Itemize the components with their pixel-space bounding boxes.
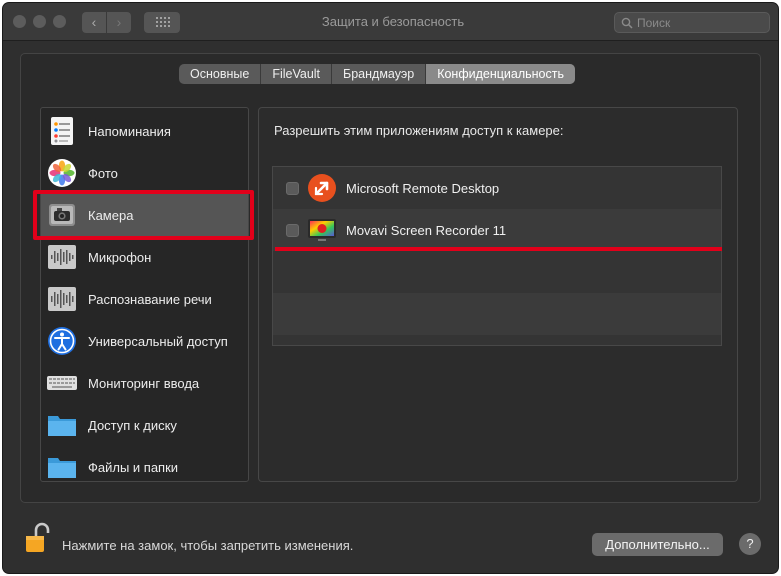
sidebar-item-label: Камера [88, 207, 134, 223]
window-title: Защита и безопасность [321, 14, 465, 29]
forward-button[interactable]: › [107, 12, 131, 33]
sidebar-item-input-monitoring[interactable]: Мониторинг ввода [41, 362, 248, 404]
sidebar-item-full-disk-access[interactable]: Доступ к диску [41, 404, 248, 446]
tab-firewall[interactable]: Брандмауэр [332, 64, 427, 84]
keyboard-icon [46, 367, 78, 399]
close-window-button[interactable] [13, 15, 26, 28]
empty-row [273, 251, 721, 293]
annotation-underline [275, 247, 722, 251]
grid-icon [156, 17, 170, 28]
accessibility-icon [46, 325, 78, 357]
sidebar-item-accessibility[interactable]: Универсальный доступ [41, 320, 248, 362]
camera-icon [46, 199, 78, 231]
sidebar-item-speech-recognition[interactable]: Распознавание речи [41, 278, 248, 320]
reminders-icon [46, 115, 78, 147]
sidebar-item-label: Фото [88, 165, 118, 181]
camera-app-list: Microsoft Remote Desktop Movavi Screen R… [272, 166, 722, 346]
back-button[interactable]: ‹ [82, 12, 106, 33]
tab-privacy[interactable]: Конфиденциальность [426, 64, 575, 84]
photos-icon [46, 157, 78, 189]
speech-recognition-icon [46, 283, 78, 315]
search-icon [621, 17, 633, 29]
tab-filevault[interactable]: FileVault [261, 64, 333, 84]
sidebar-item-label: Файлы и папки [88, 459, 179, 475]
app-row-movavi-screen-recorder[interactable]: Movavi Screen Recorder 11 [273, 209, 721, 251]
panel-heading: Разрешить этим приложениям доступ к каме… [274, 123, 564, 138]
microphone-icon [46, 241, 78, 273]
sidebar-item-reminders[interactable]: Напоминания [41, 110, 248, 152]
sidebar-item-label: Напоминания [88, 123, 171, 139]
show-all-button[interactable] [144, 12, 180, 33]
app-name: Movavi Screen Recorder 11 [346, 222, 507, 238]
sidebar-item-files-and-folders[interactable]: Файлы и папки [41, 446, 248, 481]
advanced-button[interactable]: Дополнительно... [592, 533, 723, 556]
folder-icon [46, 451, 78, 481]
sidebar-item-label: Мониторинг ввода [88, 375, 200, 391]
tab-bar: Основные FileVault Брандмауэр Конфиденци… [179, 64, 575, 84]
remote-desktop-icon [307, 173, 337, 203]
minimize-window-button[interactable] [33, 15, 46, 28]
help-button[interactable]: ? [739, 533, 761, 555]
title-bar: ‹ › Защита и безопасность [3, 3, 778, 41]
app-checkbox[interactable] [286, 181, 299, 195]
tab-general[interactable]: Основные [179, 64, 262, 84]
app-name: Microsoft Remote Desktop [346, 180, 500, 196]
app-row-microsoft-remote-desktop[interactable]: Microsoft Remote Desktop [273, 167, 721, 209]
folder-icon [46, 409, 78, 441]
empty-row [273, 293, 721, 335]
sidebar-item-label: Микрофон [88, 249, 152, 265]
movavi-icon [307, 215, 337, 245]
sidebar-item-camera[interactable]: Камера [41, 194, 248, 236]
zoom-window-button[interactable] [53, 15, 66, 28]
search-input[interactable] [637, 13, 765, 32]
chevron-right-icon: › [116, 14, 122, 30]
lock-icon[interactable] [24, 522, 50, 554]
privacy-category-list: Напоминания Фото Камера Микрофон Распозн… [40, 107, 249, 482]
sidebar-item-label: Распознавание речи [88, 291, 212, 307]
empty-row [273, 335, 721, 345]
search-field[interactable] [614, 12, 770, 33]
sidebar-item-photos[interactable]: Фото [41, 152, 248, 194]
lock-hint-text: Нажмите на замок, чтобы запретить измене… [62, 538, 354, 553]
sidebar-item-label: Доступ к диску [88, 417, 177, 433]
app-checkbox[interactable] [286, 223, 299, 237]
sidebar-item-label: Универсальный доступ [88, 333, 228, 349]
sidebar-item-microphone[interactable]: Микрофон [41, 236, 248, 278]
chevron-left-icon: ‹ [91, 14, 97, 30]
